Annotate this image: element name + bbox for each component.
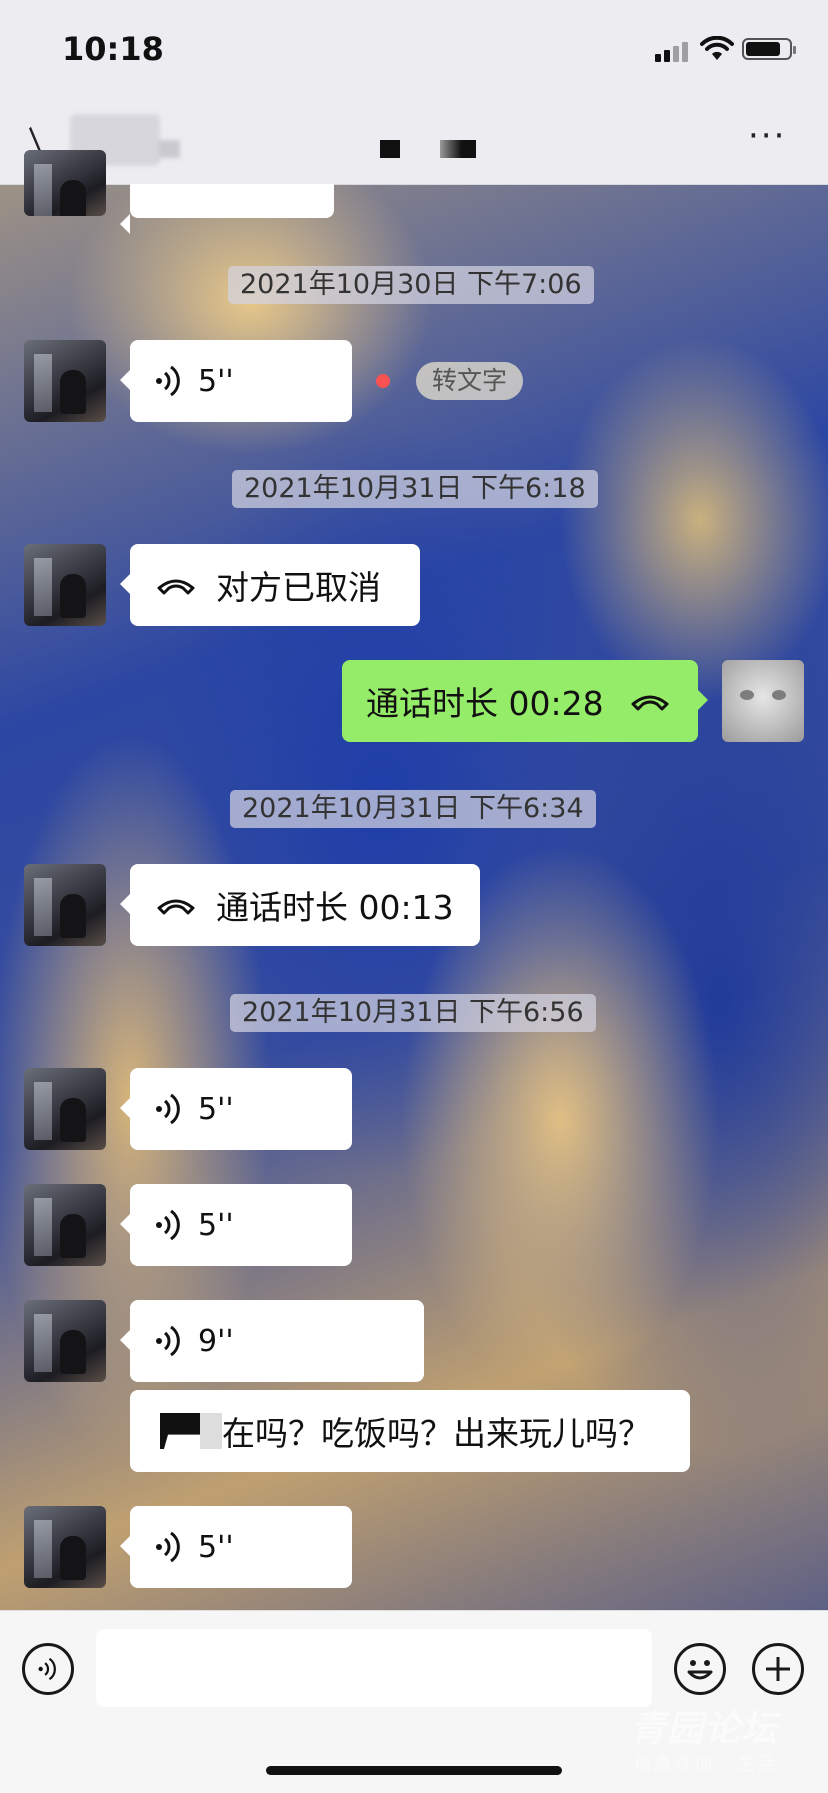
voice-message-bubble[interactable]: 5'' [120,340,352,422]
status-bar: 10:18 [0,0,828,100]
call-status-text: 对方已取消 [216,568,381,607]
call-record-bubble-self[interactable]: 通话时长 00:28 [342,660,708,742]
voice-duration: 9'' [198,1323,234,1359]
redacted-block [158,140,180,158]
watermark-subtitle: 信息查询 · 生活 [634,1754,778,1775]
voice-duration: 5'' [198,363,234,399]
wifi-icon [700,36,734,60]
message-timestamp: 2021年10月31日 下午6:18 [232,470,598,508]
watermark-logo: 青园论坛 [630,1709,779,1750]
contact-avatar[interactable] [24,1068,106,1150]
call-record-bubble[interactable]: 通话时长 00:13 [120,864,480,946]
contact-avatar[interactable] [24,864,106,946]
voice-icon [156,1209,180,1241]
phone-icon [157,579,195,595]
redacted-name-2 [200,1413,222,1449]
voice-duration: 5'' [198,1529,234,1565]
contact-avatar[interactable] [24,1506,106,1588]
voice-message-bubble[interactable]: 5'' [120,1506,352,1588]
message-timestamp: 2021年10月31日 下午6:34 [230,790,596,828]
more-functions-button[interactable] [752,1643,804,1695]
contact-avatar[interactable] [24,544,106,626]
call-record-bubble[interactable]: 对方已取消 [120,544,420,626]
voice-input-button[interactable] [22,1643,74,1695]
status-time: 10:18 [62,30,164,68]
phone-icon [157,899,195,915]
voice-duration: 5'' [198,1207,234,1243]
cellular-signal-icon [655,40,691,62]
voice-icon [156,1093,180,1125]
voice-icon [156,1325,180,1357]
voice-message-bubble[interactable]: 9'' [120,1300,424,1382]
unread-voice-dot [376,374,390,388]
voice-message-bubble[interactable]: 5'' [120,1184,352,1266]
voice-message-bubble[interactable]: 5'' [120,1068,352,1150]
message-input[interactable] [96,1629,652,1707]
transcript-text: 在吗？吃饭吗？出来玩儿吗？ [222,1414,651,1453]
message-timestamp: 2021年10月31日 下午6:56 [230,994,596,1032]
voice-icon [38,1657,56,1681]
voice-icon [156,1531,180,1563]
contact-avatar[interactable] [24,1300,106,1382]
convert-to-text-button[interactable]: 转文字 [416,362,524,400]
self-avatar[interactable] [722,660,804,742]
phone-icon [631,695,669,711]
redacted-contact-name-2 [440,140,476,158]
redacted-name [160,1413,200,1449]
voice-icon [156,365,180,397]
call-duration-text: 通话时长 00:28 [366,684,604,723]
voice-message-bubble[interactable] [120,184,334,234]
home-indicator [266,1766,562,1775]
more-icon[interactable]: ··· [748,116,786,156]
contact-avatar[interactable] [24,150,106,216]
call-duration-text: 通话时长 00:13 [216,888,454,927]
contact-avatar[interactable] [24,340,106,422]
plus-icon [766,1657,790,1681]
battery-icon [742,38,796,60]
voice-transcript-bubble[interactable]: 在吗？吃饭吗？出来玩儿吗？ [130,1390,690,1472]
emoji-button[interactable] [674,1643,726,1695]
contact-avatar[interactable] [24,1184,106,1266]
message-timestamp: 2021年10月30日 下午7:06 [228,266,594,304]
emoji-icon [687,1660,713,1680]
voice-duration: 5'' [198,1091,234,1127]
chat-header: / ··· [0,100,828,185]
redacted-contact-name [380,140,400,158]
